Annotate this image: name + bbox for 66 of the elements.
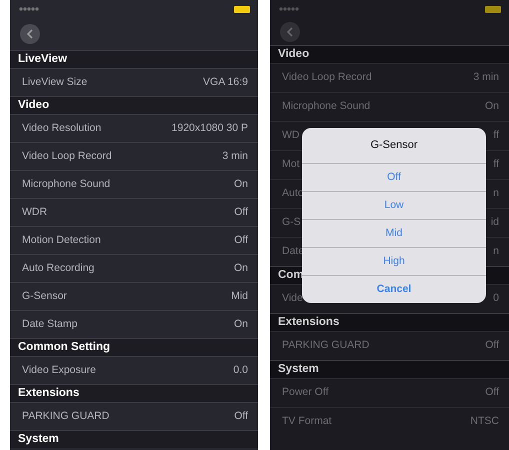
setting-label: WDR [22, 204, 48, 220]
section-header: System [270, 360, 509, 378]
section-header: Common Setting [10, 338, 258, 356]
setting-value: On [484, 99, 499, 114]
signal-icon [18, 6, 40, 12]
battery-icon [234, 6, 250, 12]
setting-label: Video Exposure [22, 362, 96, 378]
setting-value: 0 [493, 291, 499, 306]
setting-label: Date Stamp [22, 316, 78, 332]
setting-value: n [493, 186, 499, 202]
setting-label: G-S [282, 215, 301, 230]
settings-row[interactable]: Auto Recording On [10, 254, 258, 282]
setting-value: Off [485, 338, 499, 354]
setting-value: NTSC [470, 414, 499, 430]
setting-label: Video Resolution [22, 120, 102, 136]
settings-row[interactable]: Motion Detection Off [10, 226, 258, 254]
battery-icon [485, 6, 501, 12]
setting-label: PARKING GUARD [282, 338, 370, 354]
setting-value: Off [234, 408, 248, 424]
setting-label: WD [282, 128, 300, 144]
back-button[interactable] [20, 24, 40, 44]
setting-label: Mot [282, 157, 300, 172]
section-header: System [10, 430, 258, 448]
back-icon [286, 26, 294, 36]
settings-row[interactable]: WDR Off [10, 198, 258, 226]
setting-value: VGA 16:9 [203, 74, 248, 90]
setting-value: Off [234, 232, 248, 248]
setting-value: Off [485, 385, 499, 400]
setting-value: n [493, 244, 499, 260]
setting-value: id [490, 215, 499, 230]
setting-value: 1920x1080 30 P [172, 120, 248, 136]
setting-value: On [234, 316, 248, 332]
setting-label: Video Loop Record [22, 148, 112, 164]
back-button[interactable] [280, 22, 300, 42]
setting-label: Video Loop Record [282, 70, 372, 86]
section-header: Video [270, 45, 509, 63]
setting-label: Microphone Sound [282, 99, 370, 114]
setting-value: ff [493, 157, 499, 172]
setting-label: LiveView Size [22, 74, 88, 90]
settings-row[interactable]: Microphone Sound On [10, 170, 258, 198]
back-icon [26, 29, 34, 39]
setting-value: 0.0 [233, 362, 248, 378]
setting-value: 3 min [222, 148, 248, 164]
setting-label: Power Off [282, 385, 328, 400]
setting-value: On [234, 260, 248, 276]
dialog-title: G-Sensor [369, 138, 419, 154]
setting-value: Off [234, 204, 248, 220]
setting-value: ff [493, 128, 499, 144]
setting-label: Auto Recording [22, 260, 94, 276]
settings-row[interactable]: Video Loop Record 3 min [10, 142, 258, 170]
setting-label: PARKING GUARD [22, 408, 110, 424]
setting-label: Vide [282, 291, 303, 306]
settings-row[interactable]: G-Sensor Mid [10, 282, 258, 310]
setting-value: On [234, 176, 248, 192]
setting-label: G-Sensor [22, 288, 67, 304]
section-header: LiveView [10, 50, 258, 68]
setting-label: TV Format [282, 414, 332, 430]
section-header: Extensions [270, 313, 509, 331]
section-header: Extensions [10, 384, 258, 402]
signal-icon [278, 6, 300, 12]
setting-label: Motion Detection [22, 232, 101, 248]
setting-label: Microphone Sound [22, 176, 110, 192]
setting-value: Mid [231, 288, 248, 304]
settings-row[interactable]: Video Resolution 1920x1080 30 P [10, 114, 258, 142]
setting-value: 3 min [473, 70, 499, 86]
section-header: Video [10, 96, 258, 114]
